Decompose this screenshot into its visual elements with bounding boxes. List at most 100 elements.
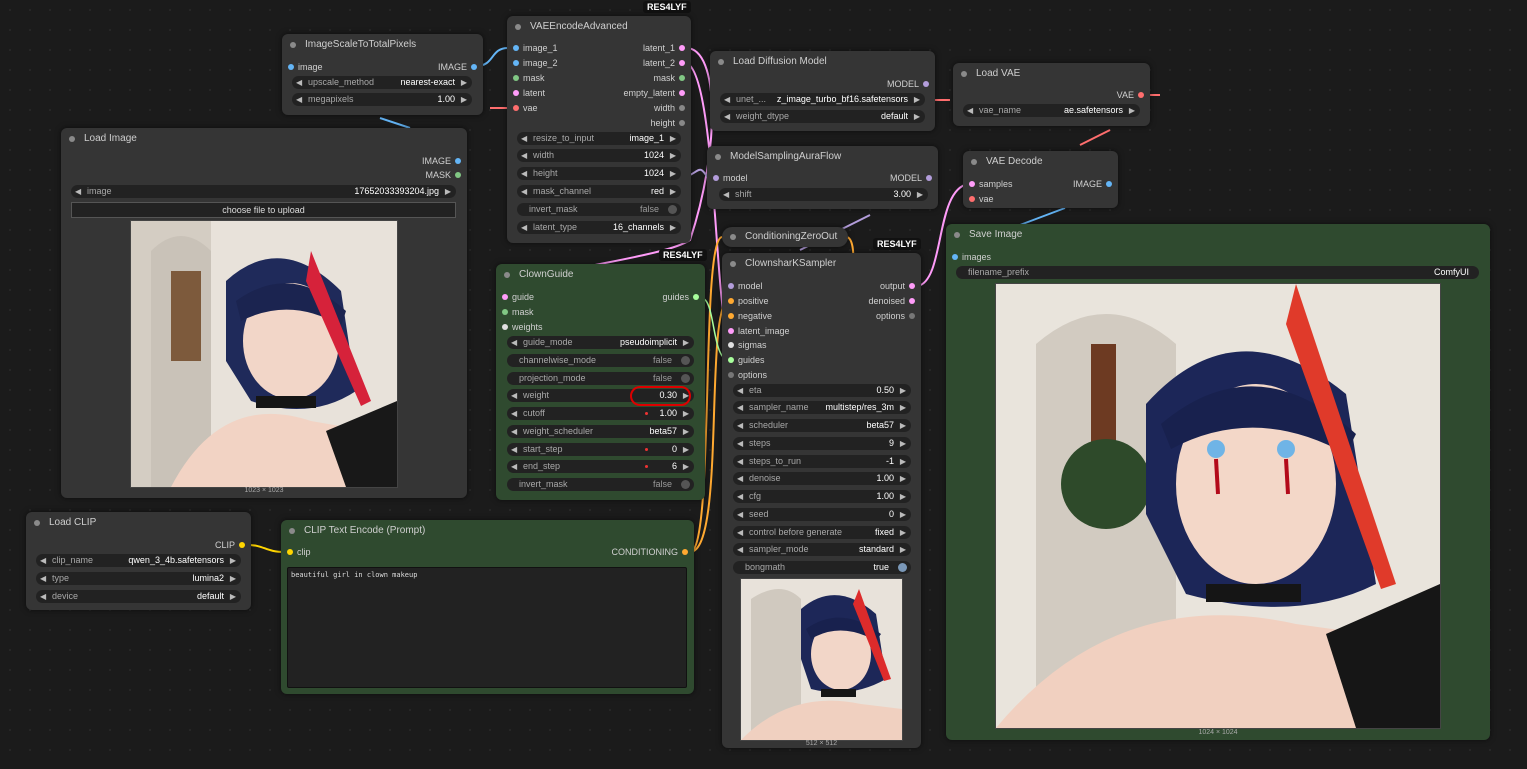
upload-button[interactable]: choose file to upload [71,202,456,218]
output-model[interactable]: MODEL [890,171,935,185]
decrement-arrow-icon[interactable]: ◀ [75,185,81,198]
decrement-arrow-icon[interactable]: ◀ [40,590,46,603]
increment-arrow-icon[interactable]: ▶ [900,401,906,414]
vae-port-icon[interactable] [969,196,975,202]
clip-text-encode-node[interactable]: CLIP Text Encode (Prompt) clip CONDITION… [281,520,694,694]
image-port-icon[interactable] [952,254,958,260]
unet-name-widget[interactable]: ◀ unet_... z_image_turbo_bf16.safetensors ▶ [720,93,925,106]
latent-port-icon[interactable] [679,60,685,66]
clownshark-sampler-node[interactable]: ClownsharKSampler model positive negativ… [722,253,921,748]
control-before-generate-widget[interactable]: ◀ control before generate fixed ▶ [733,526,911,539]
collapse-dot-icon[interactable] [515,24,521,30]
guide-mode-widget[interactable]: ◀ guide_mode pseudoimplicit ▶ [507,336,694,349]
weight-dtype-widget[interactable]: ◀ weight_dtype default ▶ [720,110,925,123]
decrement-arrow-icon[interactable]: ◀ [511,443,517,456]
input-image[interactable]: image [285,60,323,74]
increment-arrow-icon[interactable]: ▶ [230,554,236,567]
latent-port-icon[interactable] [909,283,915,289]
decrement-arrow-icon[interactable]: ◀ [737,526,743,539]
image-scale-node[interactable]: ImageScaleToTotalPixels image IMAGE ◀ ups… [282,34,483,115]
collapse-dot-icon[interactable] [730,234,736,240]
vae-encode-advanced-node[interactable]: VAEEncodeAdvanced image_1 image_2 mask l… [507,16,691,243]
conditioning-port-icon[interactable] [682,549,688,555]
output-image[interactable]: IMAGE [422,154,464,168]
int-port-icon[interactable] [679,120,685,126]
output-clip[interactable]: CLIP [215,538,248,552]
latent-port-icon[interactable] [513,90,519,96]
decrement-arrow-icon[interactable]: ◀ [737,508,743,521]
latent-port-icon[interactable] [728,328,734,334]
upscale-method-widget[interactable]: ◀ upscale_method nearest-exact ▶ [292,76,472,89]
save-image-node[interactable]: Save Image images filename_prefix ComfyUI… [946,224,1490,740]
steps-widget[interactable]: ◀ steps 9 ▶ [733,437,911,450]
increment-arrow-icon[interactable]: ▶ [670,221,676,234]
increment-arrow-icon[interactable]: ▶ [670,185,676,198]
collapse-dot-icon[interactable] [34,520,40,526]
mask-port-icon[interactable] [455,172,461,178]
image-port-icon[interactable] [513,60,519,66]
output-empty-latent[interactable]: empty_latent [623,86,688,100]
output-output[interactable]: output [880,279,918,293]
decrement-arrow-icon[interactable]: ◀ [737,384,743,397]
conditioning-port-icon[interactable] [728,298,734,304]
model-port-icon[interactable] [728,283,734,289]
vae-decode-node[interactable]: VAE Decode samples vae IMAGE [963,151,1118,208]
input-vae[interactable]: vae [966,192,994,206]
collapse-dot-icon[interactable] [954,232,960,238]
increment-arrow-icon[interactable]: ▶ [670,132,676,145]
decrement-arrow-icon[interactable]: ◀ [737,401,743,414]
input-image-2[interactable]: image_2 [510,56,558,70]
decrement-arrow-icon[interactable]: ◀ [296,76,302,89]
increment-arrow-icon[interactable]: ▶ [914,110,920,123]
toggle-knob-icon[interactable] [898,563,907,572]
increment-arrow-icon[interactable]: ▶ [900,526,906,539]
input-clip[interactable]: clip [284,545,311,559]
increment-arrow-icon[interactable]: ▶ [461,93,467,106]
collapse-dot-icon[interactable] [290,42,296,48]
image-port-icon[interactable] [455,158,461,164]
input-vae[interactable]: vae [510,101,538,115]
latent-port-icon[interactable] [679,45,685,51]
increment-arrow-icon[interactable]: ▶ [230,572,236,585]
output-denoised[interactable]: denoised [868,294,918,308]
output-guides[interactable]: guides [662,290,702,304]
latent-port-icon[interactable] [909,298,915,304]
sigmas-port-icon[interactable] [728,342,734,348]
latent-type-widget[interactable]: ◀ latent_type 16_channels ▶ [517,221,681,234]
input-mask[interactable]: mask [499,305,534,319]
filename-prefix-widget[interactable]: filename_prefix ComfyUI [956,266,1479,279]
collapse-dot-icon[interactable] [961,71,967,77]
increment-arrow-icon[interactable]: ▶ [1129,104,1135,117]
increment-arrow-icon[interactable]: ▶ [670,167,676,180]
mask-channel-widget[interactable]: ◀ mask_channel red ▶ [517,185,681,198]
scheduler-widget[interactable]: ◀ scheduler beta57 ▶ [733,419,911,432]
int-port-icon[interactable] [679,105,685,111]
collapse-dot-icon[interactable] [971,159,977,165]
cfg-widget[interactable]: ◀ cfg 1.00 ▶ [733,490,911,503]
megapixels-widget[interactable]: ◀ megapixels 1.00 ▶ [292,93,472,106]
input-latent-image[interactable]: latent_image [725,324,790,338]
decrement-arrow-icon[interactable]: ◀ [521,167,527,180]
prompt-textarea[interactable]: beautiful girl in clown makeup [287,567,687,688]
projection-mode-toggle[interactable]: projection_mode false [507,372,694,385]
mask-port-icon[interactable] [502,309,508,315]
output-vae[interactable]: VAE [1117,88,1147,102]
cutoff-widget[interactable]: ◀ cutoff 1.00 ▶ [507,407,694,420]
decrement-arrow-icon[interactable]: ◀ [723,188,729,201]
output-latent-2[interactable]: latent_2 [643,56,688,70]
input-mask[interactable]: mask [510,71,545,85]
decrement-arrow-icon[interactable]: ◀ [511,389,517,402]
bongmath-toggle[interactable]: bongmath true [733,561,911,574]
decrement-arrow-icon[interactable]: ◀ [521,221,527,234]
clip-port-icon[interactable] [239,542,245,548]
seed-widget[interactable]: ◀ seed 0 ▶ [733,508,911,521]
output-image[interactable]: IMAGE [1073,177,1115,191]
decrement-arrow-icon[interactable]: ◀ [521,185,527,198]
increment-arrow-icon[interactable]: ▶ [900,490,906,503]
vae-port-icon[interactable] [513,105,519,111]
increment-arrow-icon[interactable]: ▶ [900,437,906,450]
output-latent-1[interactable]: latent_1 [643,41,688,55]
decrement-arrow-icon[interactable]: ◀ [737,419,743,432]
collapse-dot-icon[interactable] [718,59,724,65]
vae-name-widget[interactable]: ◀ vae_name ae.safetensors ▶ [963,104,1140,117]
